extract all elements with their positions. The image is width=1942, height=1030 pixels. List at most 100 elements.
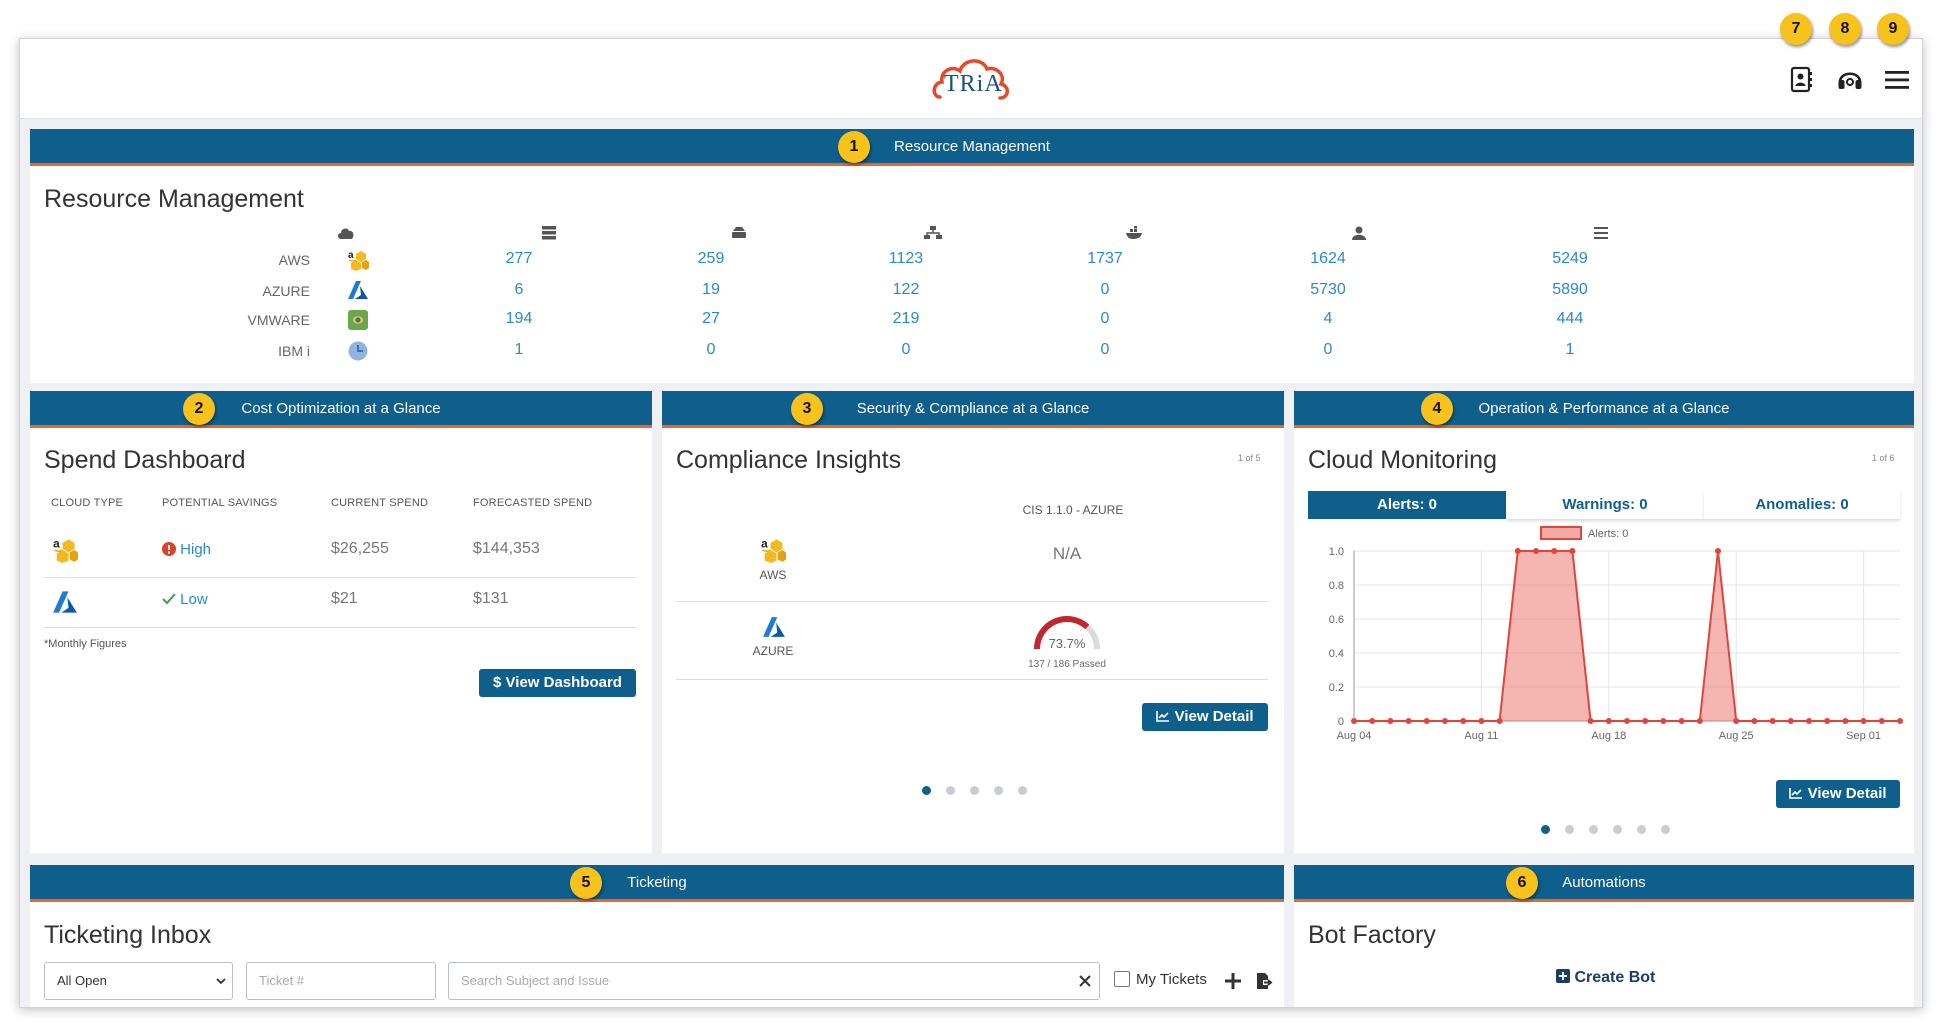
- tab-alerts[interactable]: Alerts: 0: [1308, 491, 1506, 519]
- data-point[interactable]: [1460, 718, 1467, 724]
- row-divider: [676, 679, 1268, 680]
- resource-count[interactable]: 6: [474, 281, 564, 299]
- callout-badge: 2: [183, 393, 215, 425]
- pager: 1 of 6: [1872, 453, 1895, 463]
- data-point[interactable]: [1842, 718, 1849, 724]
- data-point[interactable]: [1806, 718, 1812, 724]
- view-detail-button[interactable]: View Detail: [1776, 780, 1900, 808]
- clear-icon[interactable]: [1079, 975, 1091, 987]
- data-point[interactable]: [1897, 718, 1903, 724]
- data-point[interactable]: [1769, 718, 1776, 724]
- contacts-icon[interactable]: [1786, 65, 1816, 95]
- data-point[interactable]: [1751, 718, 1758, 724]
- carousel-dot[interactable]: [1541, 825, 1550, 834]
- resource-count[interactable]: 0: [1283, 341, 1373, 359]
- my-tickets-checkbox[interactable]: [1114, 971, 1130, 987]
- data-point[interactable]: [1351, 718, 1357, 724]
- carousel-dot[interactable]: [1637, 825, 1646, 834]
- savings-low[interactable]: Low: [162, 591, 208, 608]
- automations-header: 6 Automations: [1294, 865, 1914, 902]
- resource-count[interactable]: 444: [1525, 310, 1615, 328]
- view-dashboard-button[interactable]: $ View Dashboard: [479, 669, 636, 697]
- resource-count[interactable]: 4: [1283, 310, 1373, 328]
- hamburger-menu-icon[interactable]: [1882, 65, 1912, 95]
- data-point[interactable]: [1533, 548, 1539, 554]
- my-tickets-toggle[interactable]: My Tickets: [1114, 971, 1207, 988]
- carousel-dot[interactable]: [946, 786, 955, 795]
- data-point[interactable]: [1696, 718, 1703, 724]
- resource-count[interactable]: 1123: [861, 250, 951, 268]
- export-icon[interactable]: [1254, 971, 1274, 991]
- data-point[interactable]: [1587, 718, 1594, 724]
- ticket-search-input[interactable]: Search Subject and Issue: [448, 962, 1100, 1000]
- data-point[interactable]: [1423, 718, 1430, 724]
- carousel-dot[interactable]: [922, 786, 931, 795]
- data-point[interactable]: [1860, 718, 1867, 724]
- create-bot-link[interactable]: Create Bot: [1556, 969, 1655, 987]
- add-ticket-icon[interactable]: [1223, 971, 1243, 991]
- tab-anomalies[interactable]: Anomalies: 0: [1704, 491, 1900, 519]
- resource-count[interactable]: 1: [474, 341, 564, 359]
- view-detail-button[interactable]: View Detail: [1142, 703, 1268, 731]
- data-point[interactable]: [1405, 718, 1412, 724]
- resource-count[interactable]: 194: [474, 310, 564, 328]
- ticket-number-input[interactable]: Ticket #: [246, 962, 436, 1000]
- carousel-dot[interactable]: [1613, 825, 1622, 834]
- view-detail-label: View Detail: [1174, 708, 1254, 725]
- resource-count[interactable]: 0: [861, 341, 951, 359]
- carousel-dots: [1541, 825, 1670, 834]
- data-point[interactable]: [1605, 718, 1612, 724]
- resource-count[interactable]: 0: [1060, 341, 1150, 359]
- resource-count[interactable]: 122: [861, 281, 951, 299]
- data-point[interactable]: [1878, 718, 1885, 724]
- y-tick-label: 0: [1338, 716, 1344, 728]
- carousel-dot[interactable]: [1589, 825, 1598, 834]
- data-point[interactable]: [1478, 718, 1485, 724]
- data-point[interactable]: [1678, 718, 1685, 724]
- legend-swatch[interactable]: [1540, 526, 1582, 540]
- resource-count[interactable]: 1624: [1283, 250, 1373, 268]
- resource-count[interactable]: 5890: [1525, 281, 1615, 299]
- data-point[interactable]: [1569, 548, 1576, 554]
- support-headset-icon[interactable]: [1835, 65, 1865, 95]
- panel-header-title: Resource Management: [894, 138, 1050, 155]
- data-point[interactable]: [1514, 548, 1521, 554]
- data-point[interactable]: [1787, 718, 1794, 724]
- resource-count[interactable]: 0: [1060, 310, 1150, 328]
- resource-count[interactable]: 277: [474, 250, 564, 268]
- data-point[interactable]: [1824, 718, 1831, 724]
- carousel-dot[interactable]: [1565, 825, 1574, 834]
- panel-header-title: Cost Optimization at a Glance: [241, 400, 441, 417]
- data-point[interactable]: [1442, 718, 1448, 724]
- carousel-dot[interactable]: [994, 786, 1003, 795]
- data-point[interactable]: [1642, 718, 1649, 724]
- savings-high[interactable]: High: [162, 541, 211, 558]
- data-point[interactable]: [1624, 718, 1630, 724]
- resource-count[interactable]: 1: [1525, 341, 1615, 359]
- carousel-dot[interactable]: [1661, 825, 1670, 834]
- resource-count[interactable]: 219: [861, 310, 951, 328]
- resource-count[interactable]: 0: [666, 341, 756, 359]
- row-divider: [44, 627, 636, 628]
- data-point[interactable]: [1387, 718, 1394, 724]
- logo-text: TRiA: [944, 71, 1003, 97]
- resource-count[interactable]: 259: [666, 250, 756, 268]
- data-point[interactable]: [1369, 718, 1376, 724]
- resource-count[interactable]: 5730: [1283, 281, 1373, 299]
- aws-logo-icon: a: [53, 537, 78, 563]
- resource-count[interactable]: 1737: [1060, 250, 1150, 268]
- data-point[interactable]: [1733, 718, 1740, 724]
- data-point[interactable]: [1551, 548, 1558, 554]
- resource-count[interactable]: 0: [1060, 281, 1150, 299]
- tria-logo[interactable]: TRiA: [930, 51, 1012, 107]
- data-point[interactable]: [1660, 718, 1667, 724]
- carousel-dot[interactable]: [970, 786, 979, 795]
- carousel-dot[interactable]: [1018, 786, 1027, 795]
- tab-warnings[interactable]: Warnings: 0: [1506, 491, 1704, 519]
- ticket-filter-select[interactable]: All Open: [44, 962, 233, 1000]
- resource-count[interactable]: 27: [666, 310, 756, 328]
- data-point[interactable]: [1715, 548, 1721, 554]
- resource-count[interactable]: 5249: [1525, 250, 1615, 268]
- data-point[interactable]: [1496, 718, 1503, 724]
- resource-count[interactable]: 19: [666, 281, 756, 299]
